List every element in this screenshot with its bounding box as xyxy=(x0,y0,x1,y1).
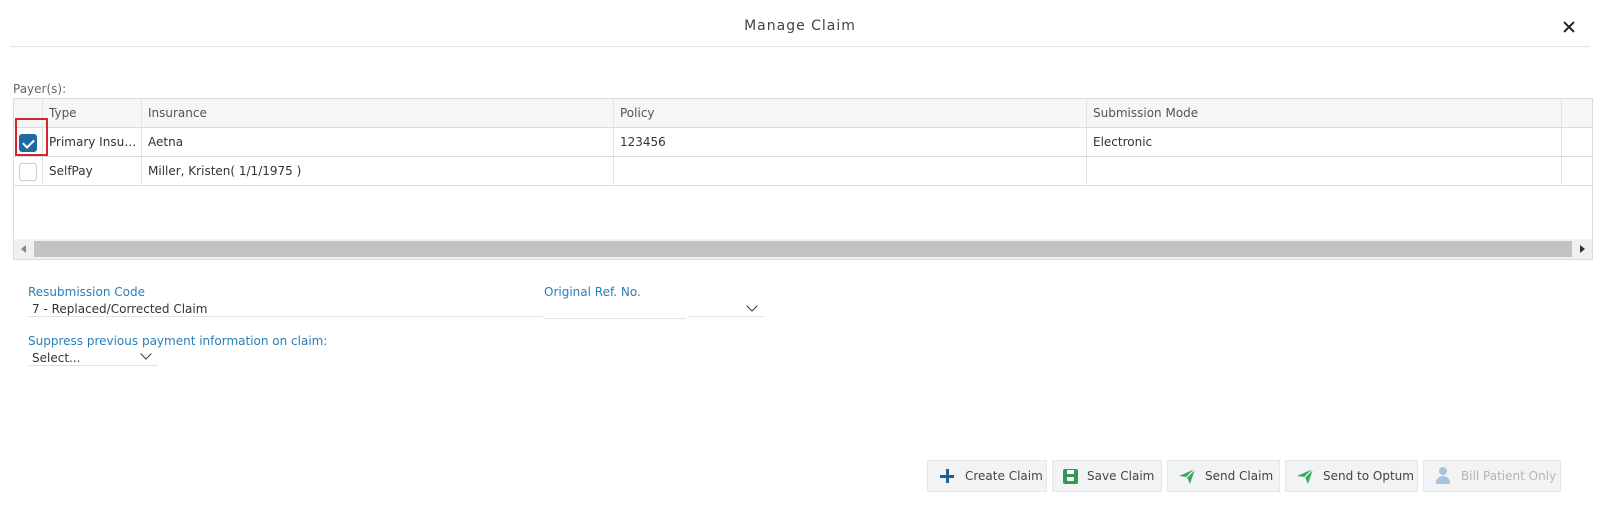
column-header-type[interactable]: Type xyxy=(43,99,142,127)
scroll-left-icon[interactable] xyxy=(14,239,34,259)
send-claim-button[interactable]: Send Claim xyxy=(1167,460,1280,492)
save-claim-button[interactable]: Save Claim xyxy=(1052,460,1162,492)
create-claim-label: Create Claim xyxy=(965,469,1043,483)
chevron-down-icon[interactable] xyxy=(140,348,152,360)
paper-plane-icon xyxy=(1296,467,1314,485)
cell-submission-mode xyxy=(1087,157,1562,185)
original-ref-no-label: Original Ref. No. xyxy=(544,285,641,299)
send-to-optum-label: Send to Optum xyxy=(1323,469,1414,483)
grid-header-row: Type Insurance Policy Submission Mode xyxy=(14,99,1592,128)
paper-plane-icon xyxy=(1178,467,1196,485)
selection-highlight-box xyxy=(15,118,48,156)
suppress-payment-underline xyxy=(28,365,158,366)
send-to-optum-button[interactable]: Send to Optum xyxy=(1285,460,1418,492)
table-row[interactable]: Primary Insura... Aetna 123456 Electroni… xyxy=(14,128,1592,157)
resubmission-code-value[interactable]: 7 - Replaced/Corrected Claim xyxy=(32,302,207,316)
cell-policy: 123456 xyxy=(614,128,1087,156)
dropdown-underline xyxy=(688,316,764,317)
cell-policy xyxy=(614,157,1087,185)
close-icon[interactable] xyxy=(1560,18,1578,36)
cell-type: Primary Insura... xyxy=(43,128,142,156)
column-header-insurance[interactable]: Insurance xyxy=(142,99,614,127)
create-claim-button[interactable]: Create Claim xyxy=(927,460,1047,492)
dialog-title: Manage Claim xyxy=(744,18,856,34)
row-select-cell xyxy=(14,157,43,185)
column-header-submission-mode[interactable]: Submission Mode xyxy=(1087,99,1562,127)
resubmission-code-underline xyxy=(28,316,543,317)
column-header-policy[interactable]: Policy xyxy=(614,99,1087,127)
original-ref-no-underline xyxy=(544,318,686,319)
table-row[interactable]: SelfPay Miller, Kristen( 1/1/1975 ) xyxy=(14,157,1592,186)
suppress-payment-select[interactable]: Select... xyxy=(32,351,80,365)
bill-patient-only-button[interactable]: Bill Patient Only xyxy=(1423,460,1561,492)
save-claim-label: Save Claim xyxy=(1087,469,1155,483)
cell-insurance: Aetna xyxy=(142,128,614,156)
scrollbar-thumb[interactable] xyxy=(34,241,1572,257)
person-icon xyxy=(1434,467,1452,485)
cell-submission-mode: Electronic xyxy=(1087,128,1562,156)
cell-insurance: Miller, Kristen( 1/1/1975 ) xyxy=(142,157,614,185)
row-checkbox-unchecked[interactable] xyxy=(19,163,37,181)
resubmission-code-label: Resubmission Code xyxy=(28,285,145,299)
dialog-header: Manage Claim xyxy=(10,0,1590,47)
payers-grid: Type Insurance Policy Submission Mode Pr… xyxy=(13,98,1593,260)
suppress-payment-label: Suppress previous payment information on… xyxy=(28,334,328,348)
horizontal-scrollbar[interactable] xyxy=(14,239,1592,259)
send-claim-label: Send Claim xyxy=(1205,469,1274,483)
scroll-right-icon[interactable] xyxy=(1572,239,1592,259)
cell-type: SelfPay xyxy=(43,157,142,185)
plus-icon xyxy=(938,467,956,485)
chevron-down-icon[interactable] xyxy=(746,300,758,312)
bill-patient-only-label: Bill Patient Only xyxy=(1461,469,1557,483)
payers-label: Payer(s): xyxy=(13,82,67,96)
floppy-disk-icon xyxy=(1063,468,1078,484)
